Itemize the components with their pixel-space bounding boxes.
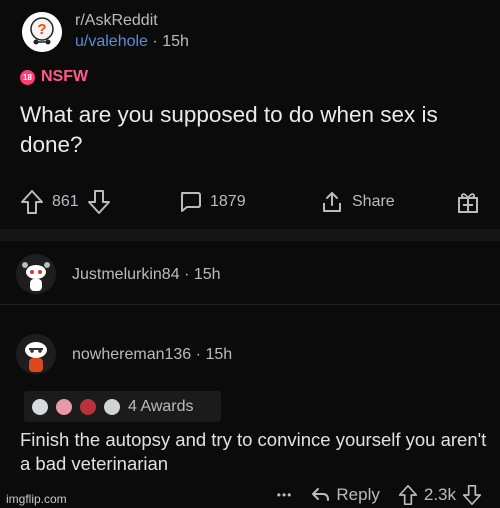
post-meta: u/valehole · 15h	[75, 33, 189, 51]
nsfw-tag: 18 NSFW	[20, 68, 88, 86]
share-label: Share	[352, 193, 395, 210]
upvote-count: 861	[52, 193, 79, 210]
comment-vote-count: 2.3k	[423, 485, 456, 504]
nsfw-badge-icon: 18	[20, 69, 35, 85]
watermark: imgflip.com	[6, 492, 67, 506]
comment-age: 15h	[205, 346, 233, 363]
reply-icon	[312, 488, 330, 501]
silver-award-icon	[32, 398, 48, 415]
upvote-icon[interactable]	[398, 484, 418, 506]
svg-text:?: ?	[37, 21, 46, 38]
snoo-avatar-icon	[16, 334, 56, 374]
vote-group: 861	[20, 188, 111, 216]
reply-label: Reply	[336, 485, 380, 504]
downvote-icon[interactable]	[87, 189, 111, 215]
post-age: 15h	[162, 33, 189, 50]
meta-separator: ·	[195, 346, 201, 363]
comment-body: Finish the autopsy and try to convince y…	[20, 429, 487, 474]
award-button[interactable]	[456, 188, 480, 216]
comment-author[interactable]: nowhereman136	[72, 346, 191, 363]
gift-icon	[456, 190, 480, 214]
meta-separator: ·	[152, 33, 158, 50]
wholesome-award-icon	[56, 398, 72, 415]
snoo-avatar-icon	[16, 254, 56, 294]
askreddit-icon: ?	[22, 12, 62, 52]
subreddit-name[interactable]: r/AskReddit	[75, 12, 158, 30]
meta-separator: ·	[184, 266, 190, 283]
share-button[interactable]: Share	[320, 188, 395, 216]
nsfw-label: NSFW	[41, 68, 89, 85]
share-icon	[320, 190, 344, 214]
awards-bar[interactable]: 4 Awards	[24, 391, 221, 422]
reply-button[interactable]: Reply	[310, 485, 380, 505]
comment-vote-group: 2.3k	[398, 484, 482, 506]
comment-meta: Justmelurkin84 · 15h	[72, 266, 221, 284]
awards-count: 4 Awards	[128, 397, 194, 415]
comment-actions: ••• Reply 2.3k	[277, 484, 482, 506]
comment-avatar[interactable]	[16, 254, 56, 294]
snoo-award-icon	[104, 398, 120, 415]
comment-age: 15h	[193, 266, 221, 283]
comment-icon	[178, 190, 202, 214]
section-divider	[0, 229, 500, 241]
comment-divider	[0, 304, 500, 305]
post-action-bar: 861 1879 Share	[20, 188, 490, 216]
post-title[interactable]: What are you supposed to do when sex is …	[20, 100, 480, 160]
comment-meta: nowhereman136 · 15h	[72, 346, 232, 364]
subreddit-avatar[interactable]: ?	[22, 12, 62, 52]
more-options-icon[interactable]: •••	[277, 488, 293, 502]
downvote-icon[interactable]	[462, 484, 482, 506]
post-author[interactable]: u/valehole	[75, 33, 148, 50]
upvote-icon[interactable]	[20, 189, 44, 215]
comment-count: 1879	[210, 193, 246, 210]
heart-award-icon	[80, 398, 96, 415]
comment-author[interactable]: Justmelurkin84	[72, 266, 180, 283]
comment-avatar[interactable]	[16, 334, 56, 374]
comments-button[interactable]: 1879	[178, 188, 246, 216]
